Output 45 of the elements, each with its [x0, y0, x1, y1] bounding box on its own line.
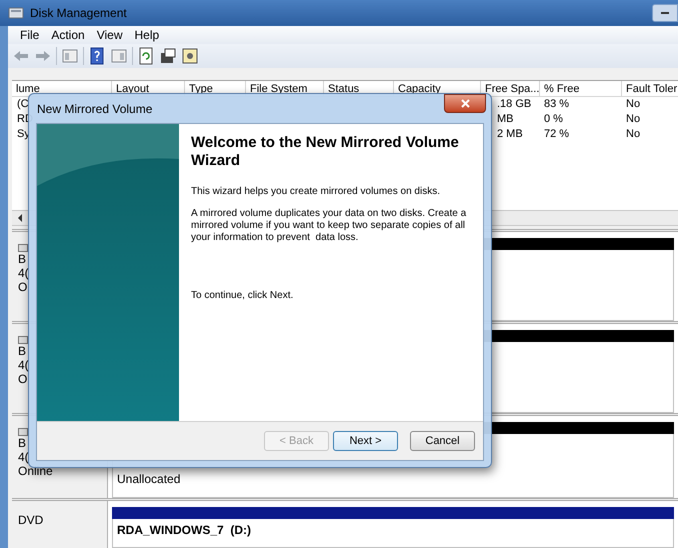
app-icon [8, 6, 24, 20]
volume-label: Unallocated [117, 472, 180, 486]
close-button[interactable] [444, 94, 486, 113]
volume-label: RDA_WINDOWS_7 (D:) [117, 523, 251, 538]
disk-info: O [18, 280, 28, 294]
table-cell: MB [497, 112, 514, 125]
disk-info: DVD [18, 513, 44, 528]
table-cell: 72 % [544, 128, 570, 140]
column-header[interactable]: % Free [540, 80, 622, 96]
wizard-text: A mirrored volume duplicates your data on two disks. Create a mirrored volume if you want to keep two separate copies of all your information to prevent data loss. [191, 208, 468, 244]
disk-info: 4( [18, 266, 30, 280]
disk-info: B [18, 252, 28, 266]
wizard-heading: Welcome to the New Mirrored Volume Wizard [191, 134, 460, 170]
refresh-icon[interactable] [137, 46, 155, 65]
help-icon[interactable] [88, 46, 106, 65]
wizard-text: This wizard helps you create mirrored volumes on disks. [191, 186, 441, 198]
scroll-left-icon[interactable] [18, 214, 22, 222]
table-cell: No [626, 98, 640, 110]
minimize-button[interactable] [652, 4, 678, 22]
table-cell: No [626, 128, 640, 140]
menu-item[interactable]: File [16, 26, 44, 44]
menu-item[interactable]: Action [47, 26, 89, 44]
wizard-prompt: To continue, click Next. [191, 289, 294, 303]
panel-icon[interactable] [61, 46, 79, 65]
dialog-title: New Mirrored Volume [37, 100, 152, 118]
properties-icon[interactable] [159, 46, 177, 65]
menu-item[interactable]: View [92, 26, 126, 44]
column-header[interactable]: Fault Toler [622, 80, 678, 96]
dialog-button[interactable]: Cancel [410, 431, 475, 451]
table-cell: No [626, 112, 640, 125]
disk-info: B [18, 344, 28, 358]
close-icon [460, 99, 470, 108]
table-cell: 83 % [544, 98, 570, 110]
table-cell: 0 % [544, 112, 563, 125]
disk-info: Online [18, 464, 54, 478]
table-cell: 2 MB [497, 128, 523, 140]
table-cell: (C [17, 98, 29, 110]
dialog-button[interactable]: Next > [333, 431, 398, 451]
disk-info: B [18, 436, 28, 450]
table-cell: .18 GB [497, 98, 532, 110]
disk-info: 4( [18, 358, 30, 372]
window-title: Disk Management [30, 5, 127, 22]
settings-icon[interactable] [181, 46, 199, 65]
menu-item[interactable]: Help [130, 26, 164, 44]
disk-info: O [18, 372, 28, 386]
